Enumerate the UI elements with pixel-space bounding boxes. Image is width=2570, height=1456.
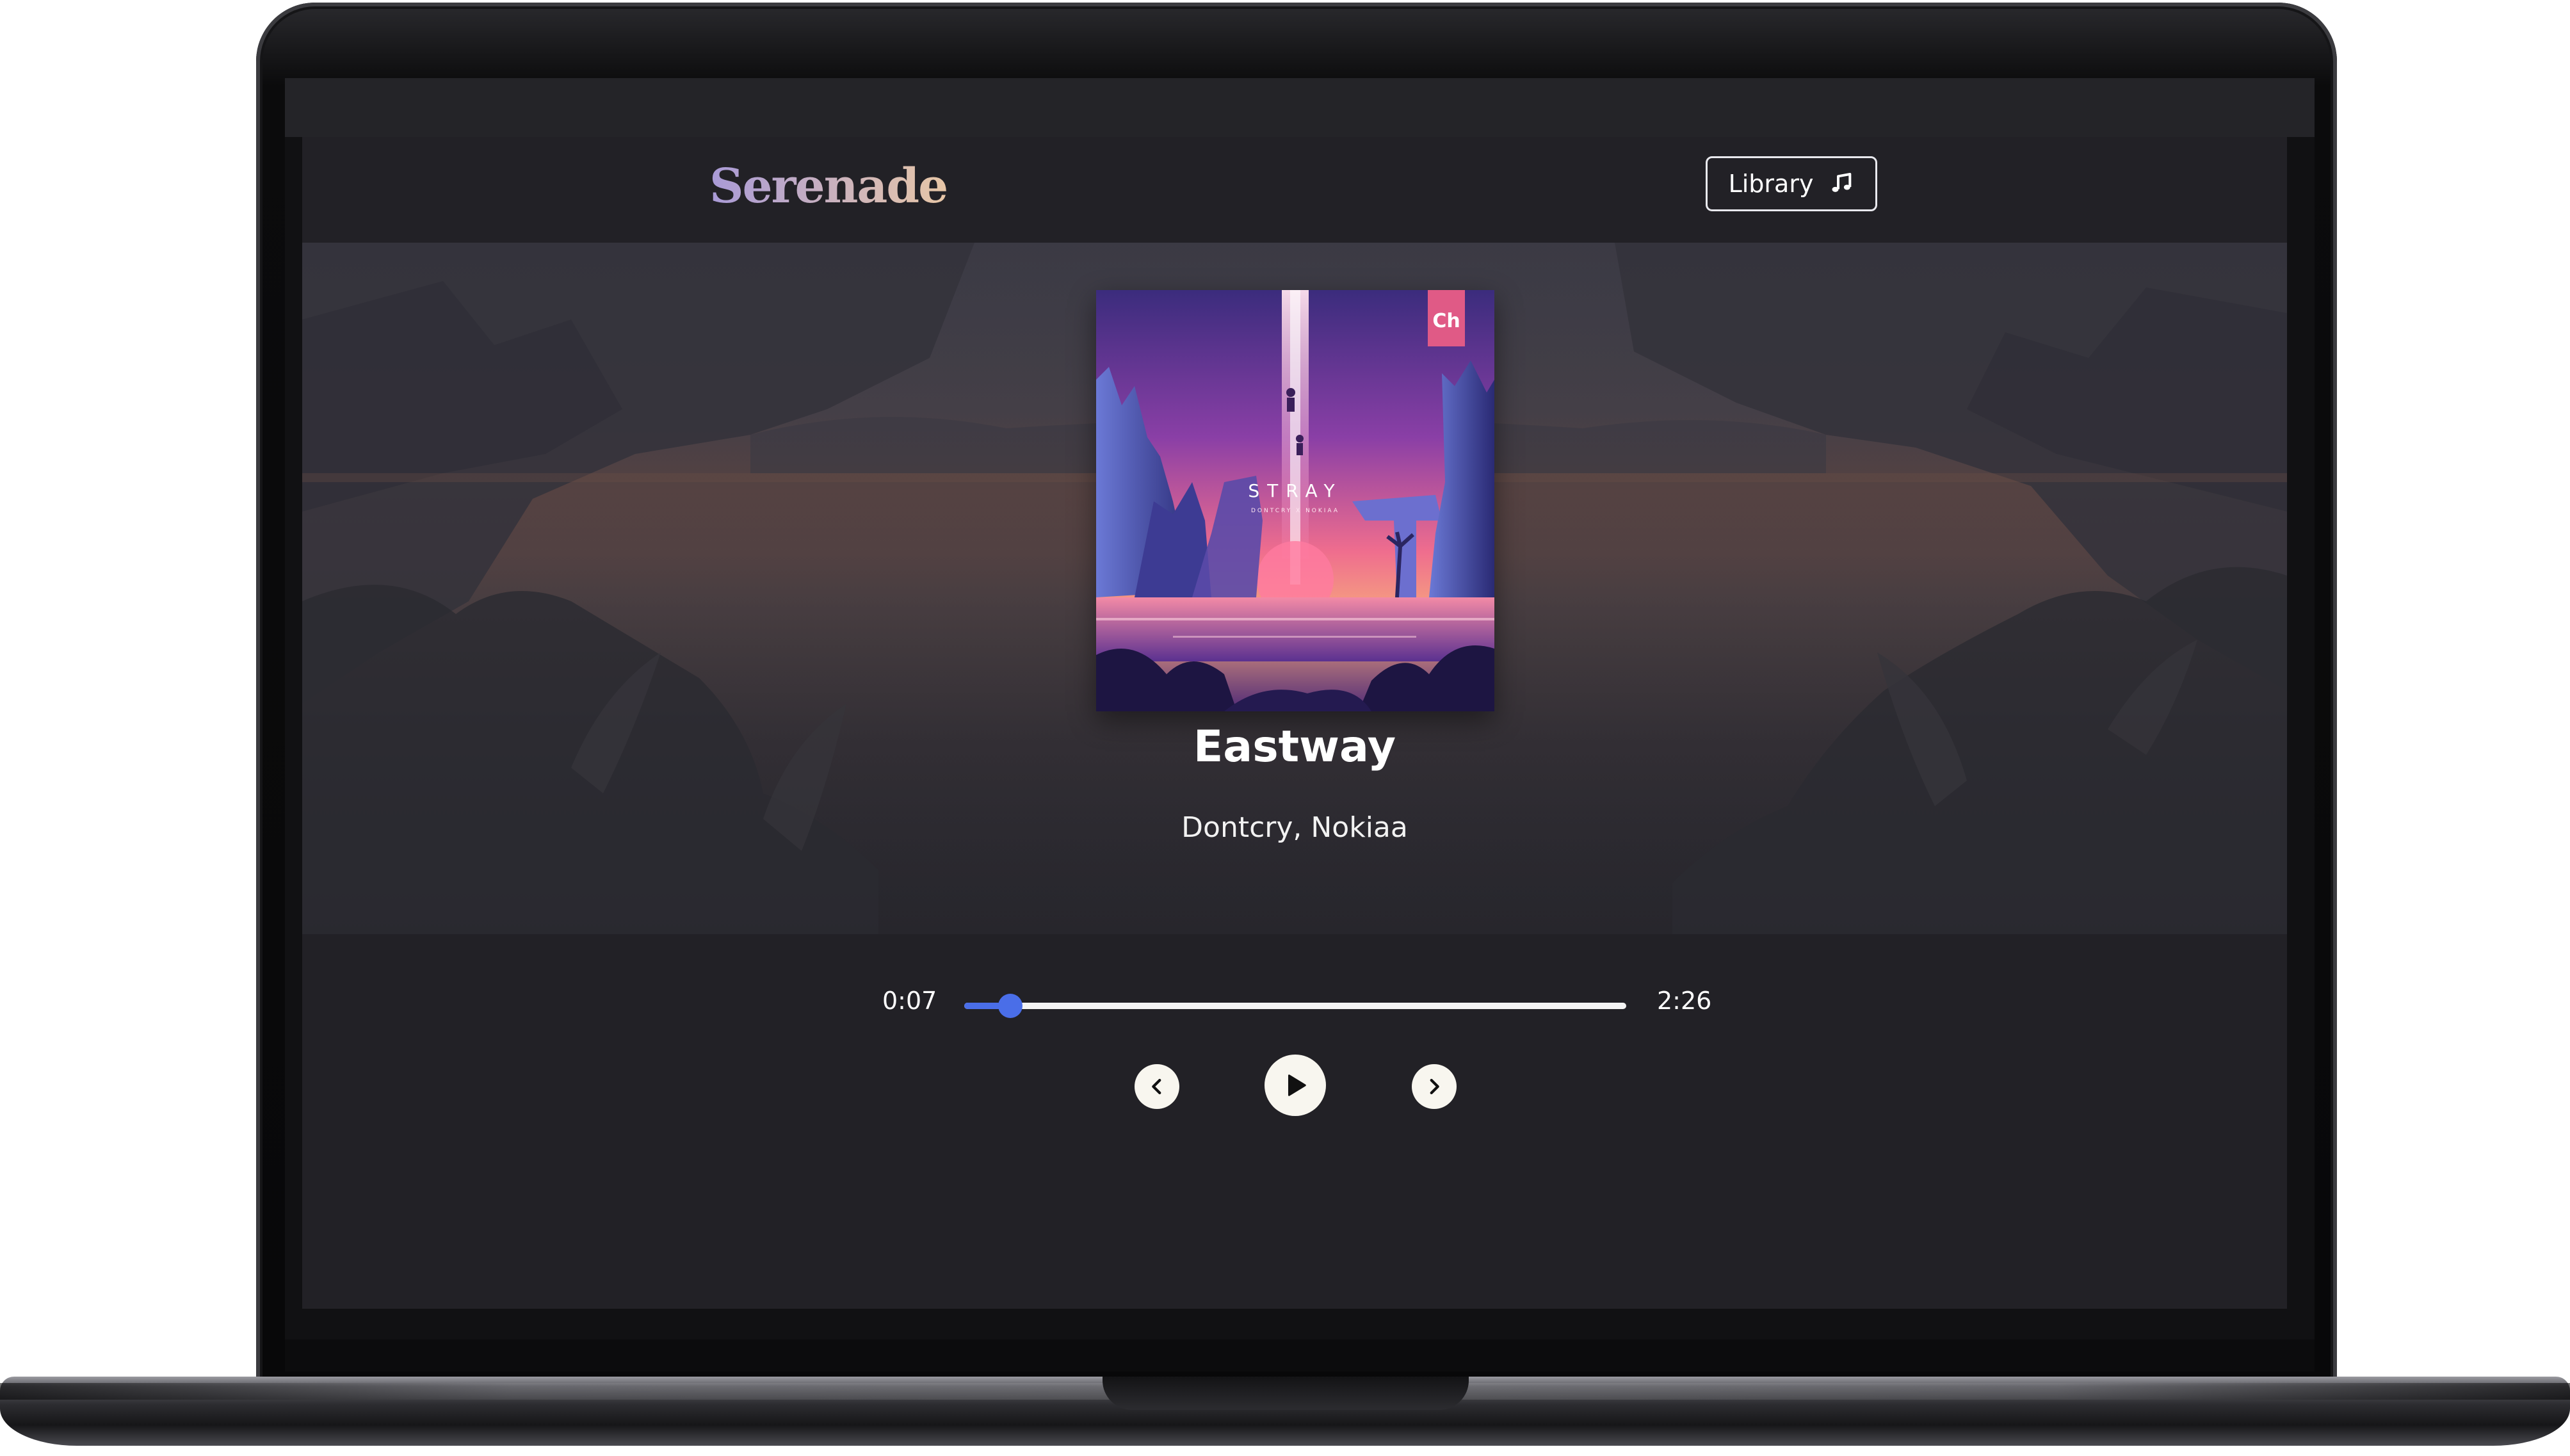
music-note-icon xyxy=(1832,173,1852,192)
progress-knob[interactable] xyxy=(998,994,1023,1018)
screen-bezel-bottom xyxy=(285,1339,2315,1371)
chevron-right-icon xyxy=(1430,1078,1439,1095)
track-title: Eastway xyxy=(1193,722,1396,772)
album-cover: Ch STRAY DONTCRY X NOKIAA xyxy=(1096,290,1494,711)
album-art-title: STRAY xyxy=(1248,480,1342,501)
chevron-left-icon xyxy=(1152,1078,1161,1095)
play-button[interactable] xyxy=(1265,1055,1326,1116)
current-time: 0:07 xyxy=(882,987,937,1015)
track-artist: Dontcry, Nokiaa xyxy=(1181,811,1408,844)
app-header: Serenade Library xyxy=(302,137,2287,243)
album-label-logo: Ch xyxy=(1432,310,1460,332)
music-player-app: Serenade Library Ch STRAY DONTCRY X NOKI… xyxy=(302,137,2287,1309)
play-icon xyxy=(1288,1074,1306,1096)
next-track-button[interactable] xyxy=(1412,1064,1457,1109)
browser-top-strip xyxy=(285,78,2315,137)
progress-slider[interactable] xyxy=(964,994,1626,1018)
brand-logo[interactable]: Serenade xyxy=(709,159,948,214)
previous-track-button[interactable] xyxy=(1135,1064,1179,1109)
player-controls: 0:07 2:26 xyxy=(302,934,2287,1309)
album-art-subtitle: DONTCRY X NOKIAA xyxy=(1251,508,1339,514)
total-time: 2:26 xyxy=(1657,987,1712,1015)
library-button-label: Library xyxy=(1728,170,1814,198)
library-button[interactable]: Library xyxy=(1706,156,1877,211)
laptop-base-notch xyxy=(1103,1377,1469,1410)
now-playing-hero: Ch STRAY DONTCRY X NOKIAA Eastway Dontcr… xyxy=(302,243,2287,934)
